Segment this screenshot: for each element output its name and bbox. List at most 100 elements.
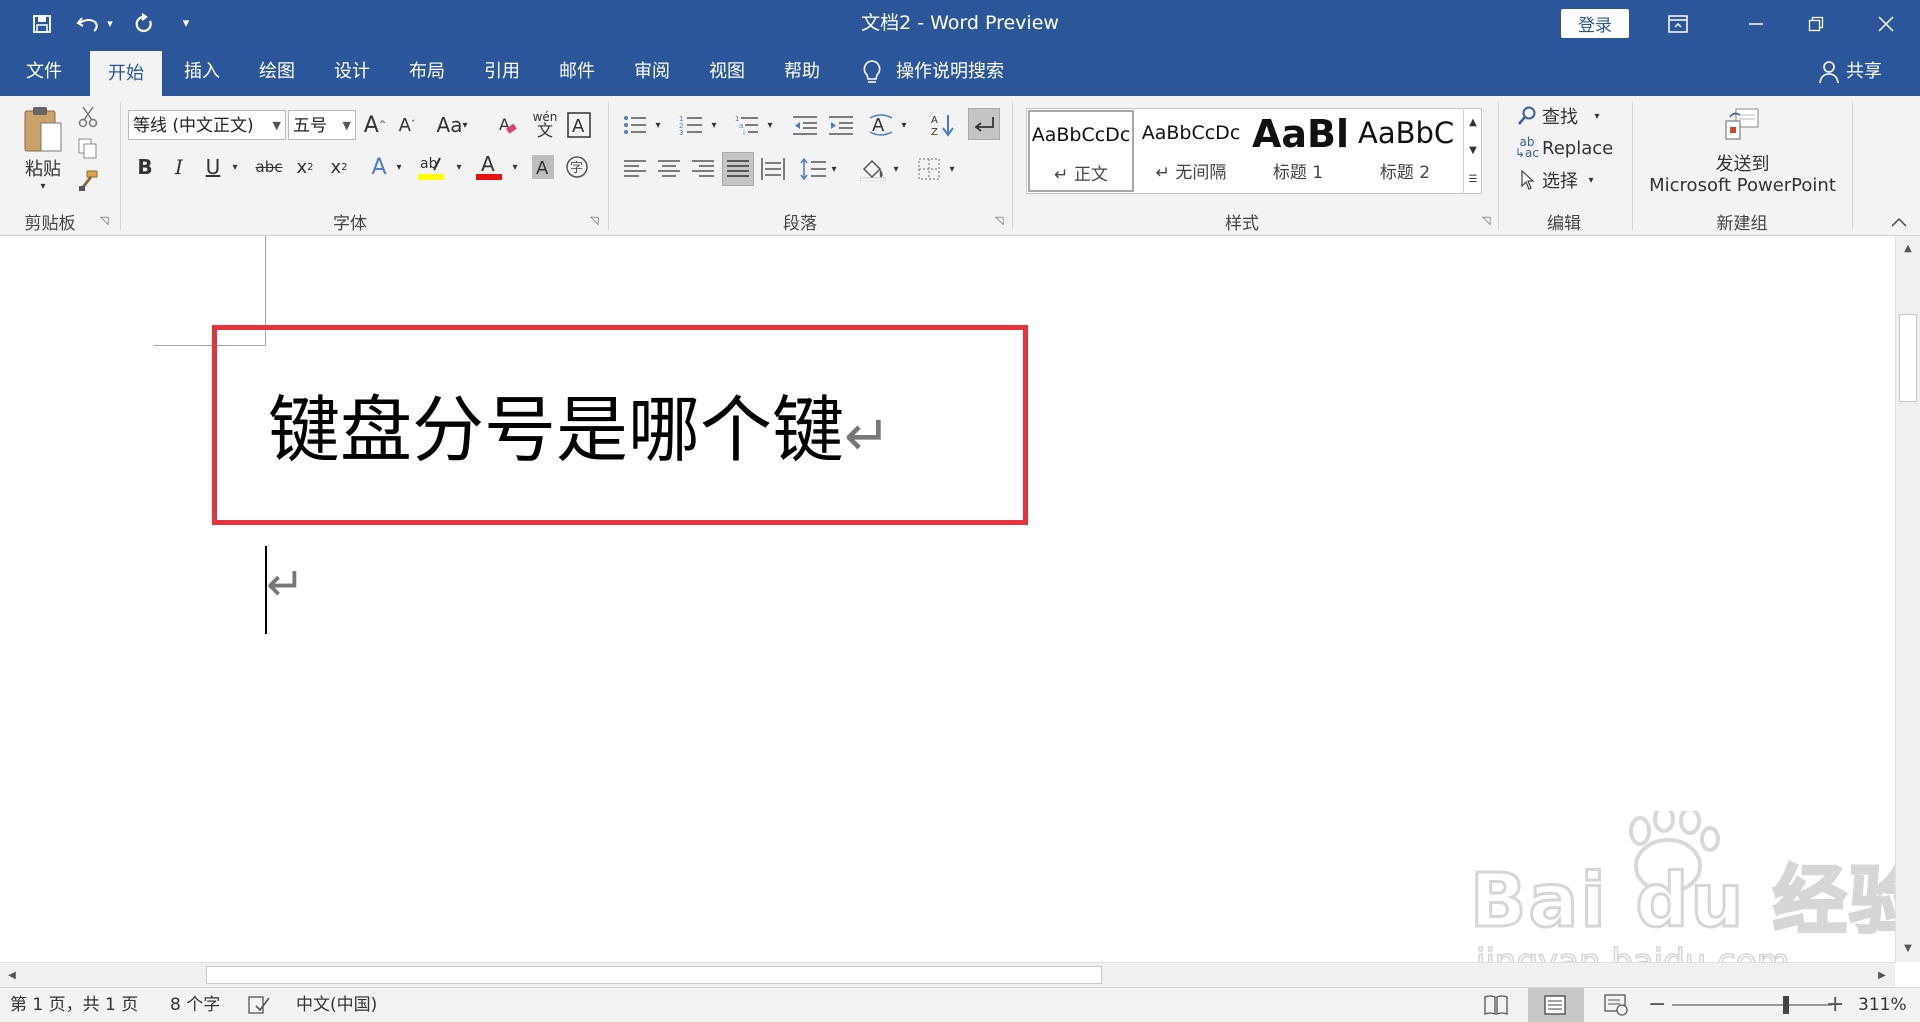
font-name-combo[interactable]: 等线 (中文正文) ▼ (128, 110, 286, 140)
find-button[interactable]: 查找 (1542, 104, 1586, 128)
justify-icon[interactable] (722, 152, 754, 186)
chevron-down-icon[interactable]: ▾ (508, 152, 522, 182)
align-center-icon[interactable] (654, 154, 684, 184)
tab-draw[interactable]: 绘图 (245, 47, 309, 96)
character-shading-icon[interactable]: A (530, 152, 556, 182)
phonetic-guide-icon[interactable]: wén 文 (530, 108, 560, 140)
font-launcher-icon[interactable]: ◹ (590, 215, 602, 227)
character-border-icon[interactable]: A (566, 110, 592, 140)
font-size-combo[interactable]: 五号 ▼ (288, 110, 356, 140)
styles-launcher-icon[interactable]: ◹ (1482, 215, 1494, 227)
proofing-icon[interactable] (248, 995, 270, 1015)
subscript-icon[interactable]: x2 (292, 152, 318, 182)
login-button[interactable]: 登录 (1561, 9, 1629, 38)
shrink-font-icon[interactable]: Aˇ (394, 110, 420, 140)
chinese-layout-icon[interactable]: A (866, 110, 896, 140)
scroll-up-icon[interactable]: ▲ (1898, 238, 1918, 258)
tab-mailings[interactable]: 邮件 (545, 47, 609, 96)
paste-dropdown-icon[interactable]: ▾ (36, 180, 50, 192)
chevron-down-icon[interactable]: ▾ (452, 152, 466, 182)
document-heading[interactable]: 键盘分号是哪个键↵ (268, 388, 891, 472)
strikethrough-icon[interactable]: abc (252, 152, 286, 182)
read-mode-icon[interactable] (1484, 994, 1508, 1016)
cut-icon[interactable] (76, 104, 100, 130)
enclose-characters-icon[interactable]: 字 (564, 152, 590, 182)
chevron-down-icon[interactable]: ▾ (1584, 168, 1598, 192)
italic-icon[interactable]: I (166, 152, 192, 182)
decrease-indent-icon[interactable] (790, 110, 820, 140)
change-case-button[interactable]: Aa ▾ (432, 110, 472, 140)
collapse-ribbon-icon[interactable] (1886, 212, 1912, 232)
tab-home[interactable]: 开始 (90, 51, 162, 96)
text-effects-icon[interactable]: A (366, 152, 392, 182)
tab-design[interactable]: 设计 (320, 47, 384, 96)
zoom-level[interactable]: 311% (1858, 988, 1907, 1022)
chevron-down-icon[interactable]: ▾ (708, 110, 720, 140)
clear-formatting-icon[interactable]: A (494, 110, 522, 140)
replace-button[interactable]: Replace (1542, 136, 1642, 160)
tell-me-search[interactable]: 操作说明搜索 (896, 47, 1026, 96)
print-layout-button[interactable] (1528, 988, 1584, 1022)
borders-icon[interactable] (914, 154, 944, 184)
sort-icon[interactable]: AZ (928, 110, 958, 140)
minimize-icon[interactable] (1726, 0, 1786, 47)
chevron-down-icon[interactable]: ▾ (392, 152, 406, 182)
send-to-line2[interactable]: Microsoft PowerPoint (1640, 174, 1845, 196)
distributed-icon[interactable] (758, 154, 788, 184)
more-styles-icon[interactable]: ☰ (1464, 166, 1482, 192)
tab-help[interactable]: 帮助 (770, 47, 834, 96)
vertical-scrollbar[interactable]: ▲ ▼ (1895, 236, 1920, 962)
zoom-slider-track[interactable] (1672, 1004, 1832, 1006)
chevron-down-icon[interactable]: ▾ (890, 154, 902, 184)
tab-file[interactable]: 文件 (14, 47, 74, 96)
chevron-down-icon[interactable]: ▾ (828, 154, 840, 184)
style-heading-1[interactable]: AaBl 标题 1 (1248, 110, 1348, 192)
zoom-out-icon[interactable]: − (1648, 993, 1668, 1017)
multilevel-list-icon[interactable]: 1ai (732, 110, 762, 140)
language-indicator[interactable]: 中文(中国) (296, 988, 377, 1022)
bullets-icon[interactable] (620, 110, 650, 140)
align-right-icon[interactable] (688, 154, 718, 184)
highlight-icon[interactable]: ab (416, 150, 446, 184)
save-icon[interactable] (22, 0, 62, 47)
numbering-icon[interactable]: 123 (676, 110, 706, 140)
style-no-spacing[interactable]: AaBbCcDc ↵ 无间隔 (1138, 110, 1244, 192)
ribbon-display-icon[interactable] (1648, 0, 1708, 47)
line-spacing-icon[interactable] (798, 154, 828, 184)
style-heading-2[interactable]: AaBbC 标题 2 (1352, 110, 1458, 192)
paragraph-launcher-icon[interactable]: ◹ (995, 215, 1007, 227)
zoom-slider-thumb[interactable] (1783, 996, 1789, 1014)
undo-dropdown-icon[interactable]: ▾ (102, 0, 118, 47)
tab-layout[interactable]: 布局 (395, 47, 459, 96)
chevron-down-icon[interactable]: ▾ (176, 0, 196, 47)
style-normal[interactable]: AaBbCcDc ↵ 正文 (1028, 110, 1134, 192)
format-painter-icon[interactable] (76, 168, 100, 194)
bold-icon[interactable]: B (132, 152, 158, 182)
web-layout-icon[interactable] (1604, 994, 1628, 1016)
horizontal-scroll-thumb[interactable] (206, 966, 1102, 984)
grow-font-icon[interactable]: A ^ (362, 110, 388, 140)
word-count[interactable]: 8 个字 (170, 988, 220, 1022)
scroll-right-icon[interactable]: ▶ (1872, 965, 1892, 985)
copy-icon[interactable] (76, 136, 100, 162)
paste-button[interactable]: 粘贴 (20, 156, 66, 180)
underline-icon[interactable]: U (200, 152, 226, 182)
zoom-in-icon[interactable]: + (1826, 993, 1846, 1017)
send-to-line1[interactable]: 发送到 (1640, 152, 1845, 175)
vertical-scroll-thumb[interactable] (1899, 314, 1917, 402)
increase-indent-icon[interactable] (826, 110, 856, 140)
chevron-down-icon[interactable]: ▾ (946, 154, 958, 184)
chevron-down-icon[interactable]: ▾ (1590, 104, 1604, 128)
scroll-down-icon[interactable]: ▼ (1898, 938, 1918, 958)
send-to-powerpoint-icon[interactable] (1720, 106, 1764, 146)
chevron-up-icon[interactable]: ▲ (1464, 110, 1482, 134)
restore-icon[interactable] (1786, 0, 1846, 47)
superscript-icon[interactable]: x2 (326, 152, 352, 182)
tab-references[interactable]: 引用 (470, 47, 534, 96)
chevron-down-icon[interactable]: ▾ (652, 110, 664, 140)
select-button[interactable]: 选择 (1542, 168, 1586, 192)
share-button[interactable]: 共享 (1846, 47, 1896, 96)
close-icon[interactable] (1856, 0, 1916, 47)
tab-insert[interactable]: 插入 (170, 47, 234, 96)
tab-view[interactable]: 视图 (695, 47, 759, 96)
